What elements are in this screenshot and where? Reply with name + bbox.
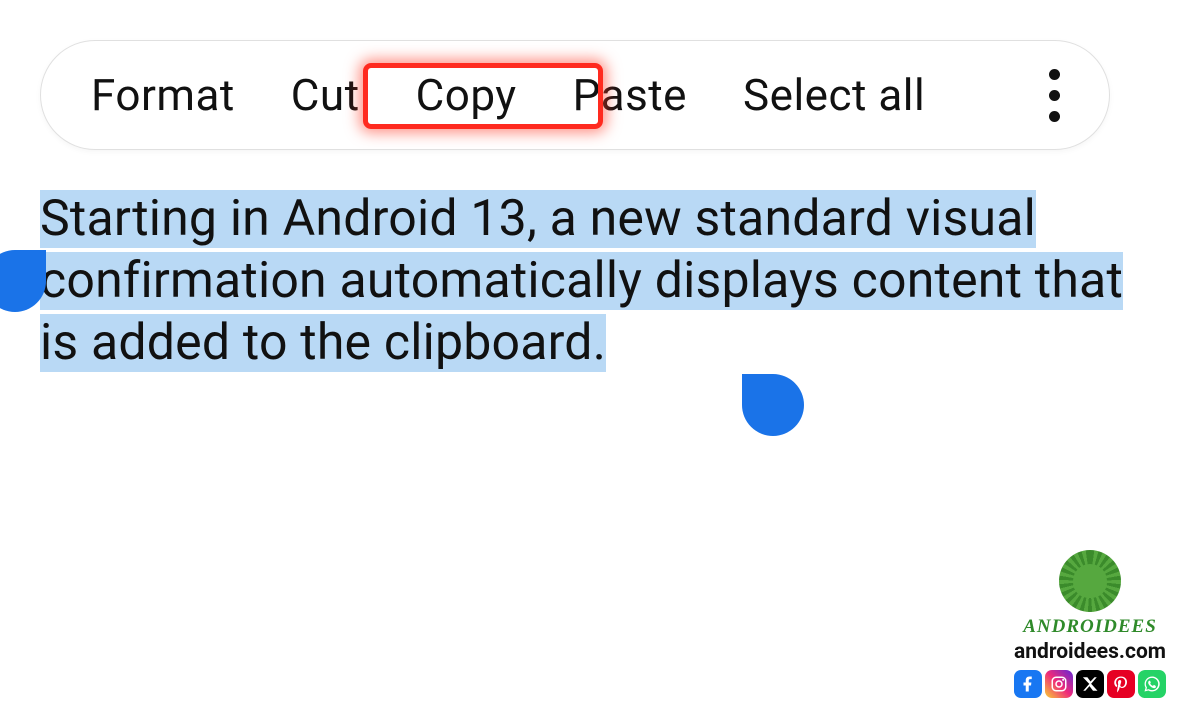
selected-text[interactable]: Starting in Android 13, a new standard v… bbox=[40, 190, 1123, 372]
pinterest-icon bbox=[1107, 670, 1135, 698]
format-button[interactable]: Format bbox=[91, 69, 235, 121]
facebook-icon bbox=[1014, 670, 1042, 698]
editor-text[interactable]: Starting in Android 13, a new standard v… bbox=[40, 188, 1140, 374]
selection-end-handle[interactable] bbox=[742, 374, 804, 436]
text-selection-toolbar: Format Cut Copy Paste Select all bbox=[40, 40, 1110, 150]
social-icons bbox=[1014, 670, 1166, 698]
watermark: ANDROIDEES androidees.com bbox=[1014, 550, 1166, 698]
whatsapp-icon bbox=[1138, 670, 1166, 698]
select-all-button[interactable]: Select all bbox=[743, 69, 925, 121]
watermark-url: androidees.com bbox=[1014, 640, 1166, 664]
instagram-icon bbox=[1045, 670, 1073, 698]
watermark-brand: ANDROIDEES bbox=[1023, 616, 1157, 638]
x-twitter-icon bbox=[1076, 670, 1104, 698]
paste-button[interactable]: Paste bbox=[573, 69, 687, 121]
more-options-icon[interactable] bbox=[1029, 69, 1079, 122]
cut-button[interactable]: Cut bbox=[291, 69, 360, 121]
copy-button[interactable]: Copy bbox=[416, 69, 517, 121]
androidees-logo-icon bbox=[1059, 550, 1121, 612]
